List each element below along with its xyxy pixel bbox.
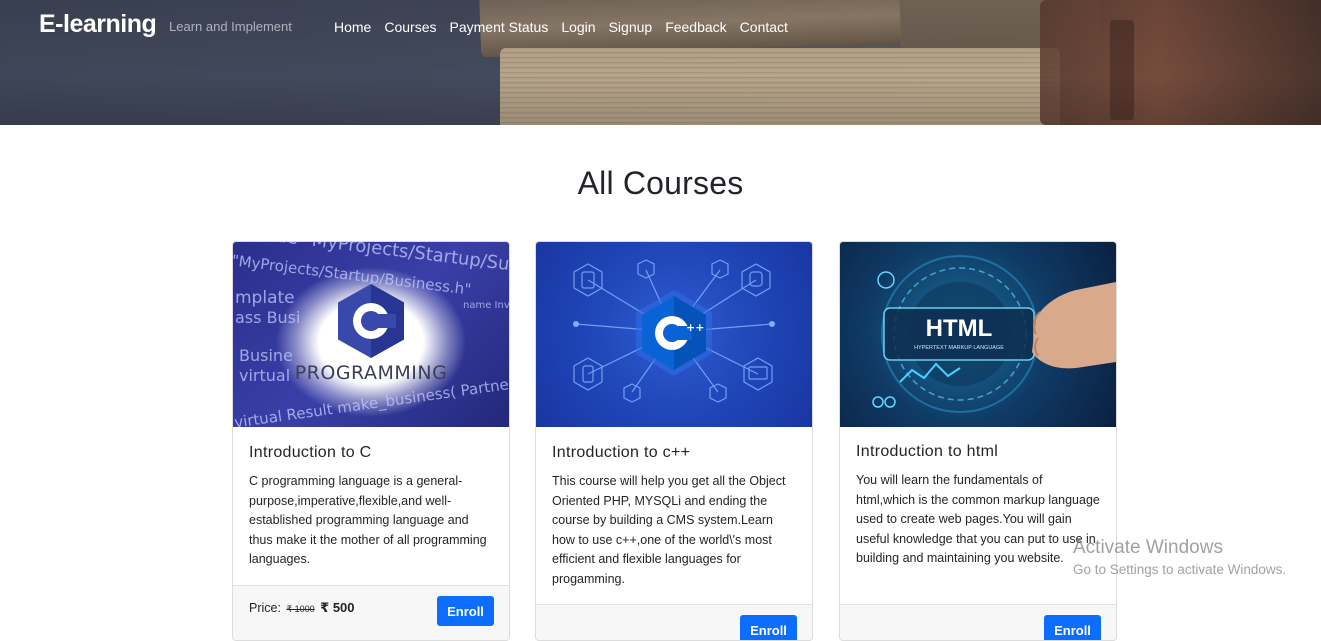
course-card-html: HTML HYPERTEXT MARKUP LANGUAGE Introduct… — [839, 241, 1117, 641]
html-image-text: HTML — [926, 315, 993, 342]
course-thumbnail-html[interactable]: HTML HYPERTEXT MARKUP LANGUAGE — [840, 242, 1116, 427]
nav-feedback[interactable]: Feedback — [665, 19, 726, 36]
course-card-cpp: ++ Introduction to c++ This course will … — [535, 241, 813, 641]
course-card-body: Introduction to c++ This course will hel… — [552, 442, 798, 589]
course-card-footer: Price: ₹ 1000 ₹ 500 Enroll — [233, 585, 509, 640]
course-image-caption: PROGRAMMING — [294, 362, 448, 384]
brand-tagline: Learn and Implement — [169, 19, 292, 34]
course-description: You will learn the fundamentals of html,… — [856, 473, 1100, 565]
nav-signup[interactable]: Signup — [609, 19, 653, 36]
course-thumbnail-cpp[interactable]: ++ — [536, 242, 812, 427]
course-card-footer: Enroll — [840, 604, 1116, 640]
brand-logo[interactable]: E-learning — [39, 10, 157, 39]
course-description: This course will help you get all the Ob… — [552, 474, 786, 586]
old-price: ₹ 1000 — [286, 604, 315, 614]
course-description: C programming language is a general-purp… — [249, 474, 487, 566]
nav-courses[interactable]: Courses — [384, 19, 436, 36]
watermark-title: Activate Windows — [1073, 537, 1223, 558]
main-nav: Home Courses Payment Status Login Signup… — [334, 19, 801, 36]
c-language-logo-icon — [338, 284, 404, 358]
nav-login[interactable]: Login — [561, 19, 595, 36]
html-image-subtext: HYPERTEXT MARKUP LANGUAGE — [914, 345, 1004, 351]
course-title[interactable]: Introduction to C — [249, 442, 495, 464]
price-label: Price: — [249, 601, 281, 615]
enroll-button[interactable]: Enroll — [1044, 615, 1101, 640]
course-title[interactable]: Introduction to c++ — [552, 442, 798, 464]
network-diagram-icon: ++ — [573, 259, 775, 403]
watermark-subtitle: Go to Settings to activate Windows. — [1073, 562, 1287, 577]
course-card-body: Introduction to C C programming language… — [249, 442, 495, 570]
course-thumbnail-c[interactable]: nclude "MyProjects/Startup/Success.h" "M… — [233, 242, 509, 427]
nav-contact[interactable]: Contact — [740, 19, 788, 36]
course-card-body: Introduction to html You will learn the … — [856, 441, 1102, 569]
course-title[interactable]: Introduction to html — [856, 441, 1102, 463]
course-card-footer: Enroll — [536, 604, 812, 640]
page-title: All Courses — [577, 165, 744, 201]
nav-payment-status[interactable]: Payment Status — [450, 19, 549, 36]
enroll-button[interactable]: Enroll — [437, 596, 494, 626]
hero-header: E-learning Learn and Implement Home Cour… — [0, 0, 1321, 125]
activate-windows-watermark: Activate Windows Go to Settings to activ… — [1073, 537, 1286, 581]
cpp-plus-text: ++ — [686, 321, 704, 334]
course-card-c: nclude "MyProjects/Startup/Success.h" "M… — [232, 241, 510, 641]
enroll-button[interactable]: Enroll — [740, 615, 797, 640]
nav-home[interactable]: Home — [334, 19, 371, 36]
new-price: ₹ 500 — [320, 600, 355, 615]
html-hologram-icon: HTML HYPERTEXT MARKUP LANGUAGE — [872, 255, 1116, 413]
